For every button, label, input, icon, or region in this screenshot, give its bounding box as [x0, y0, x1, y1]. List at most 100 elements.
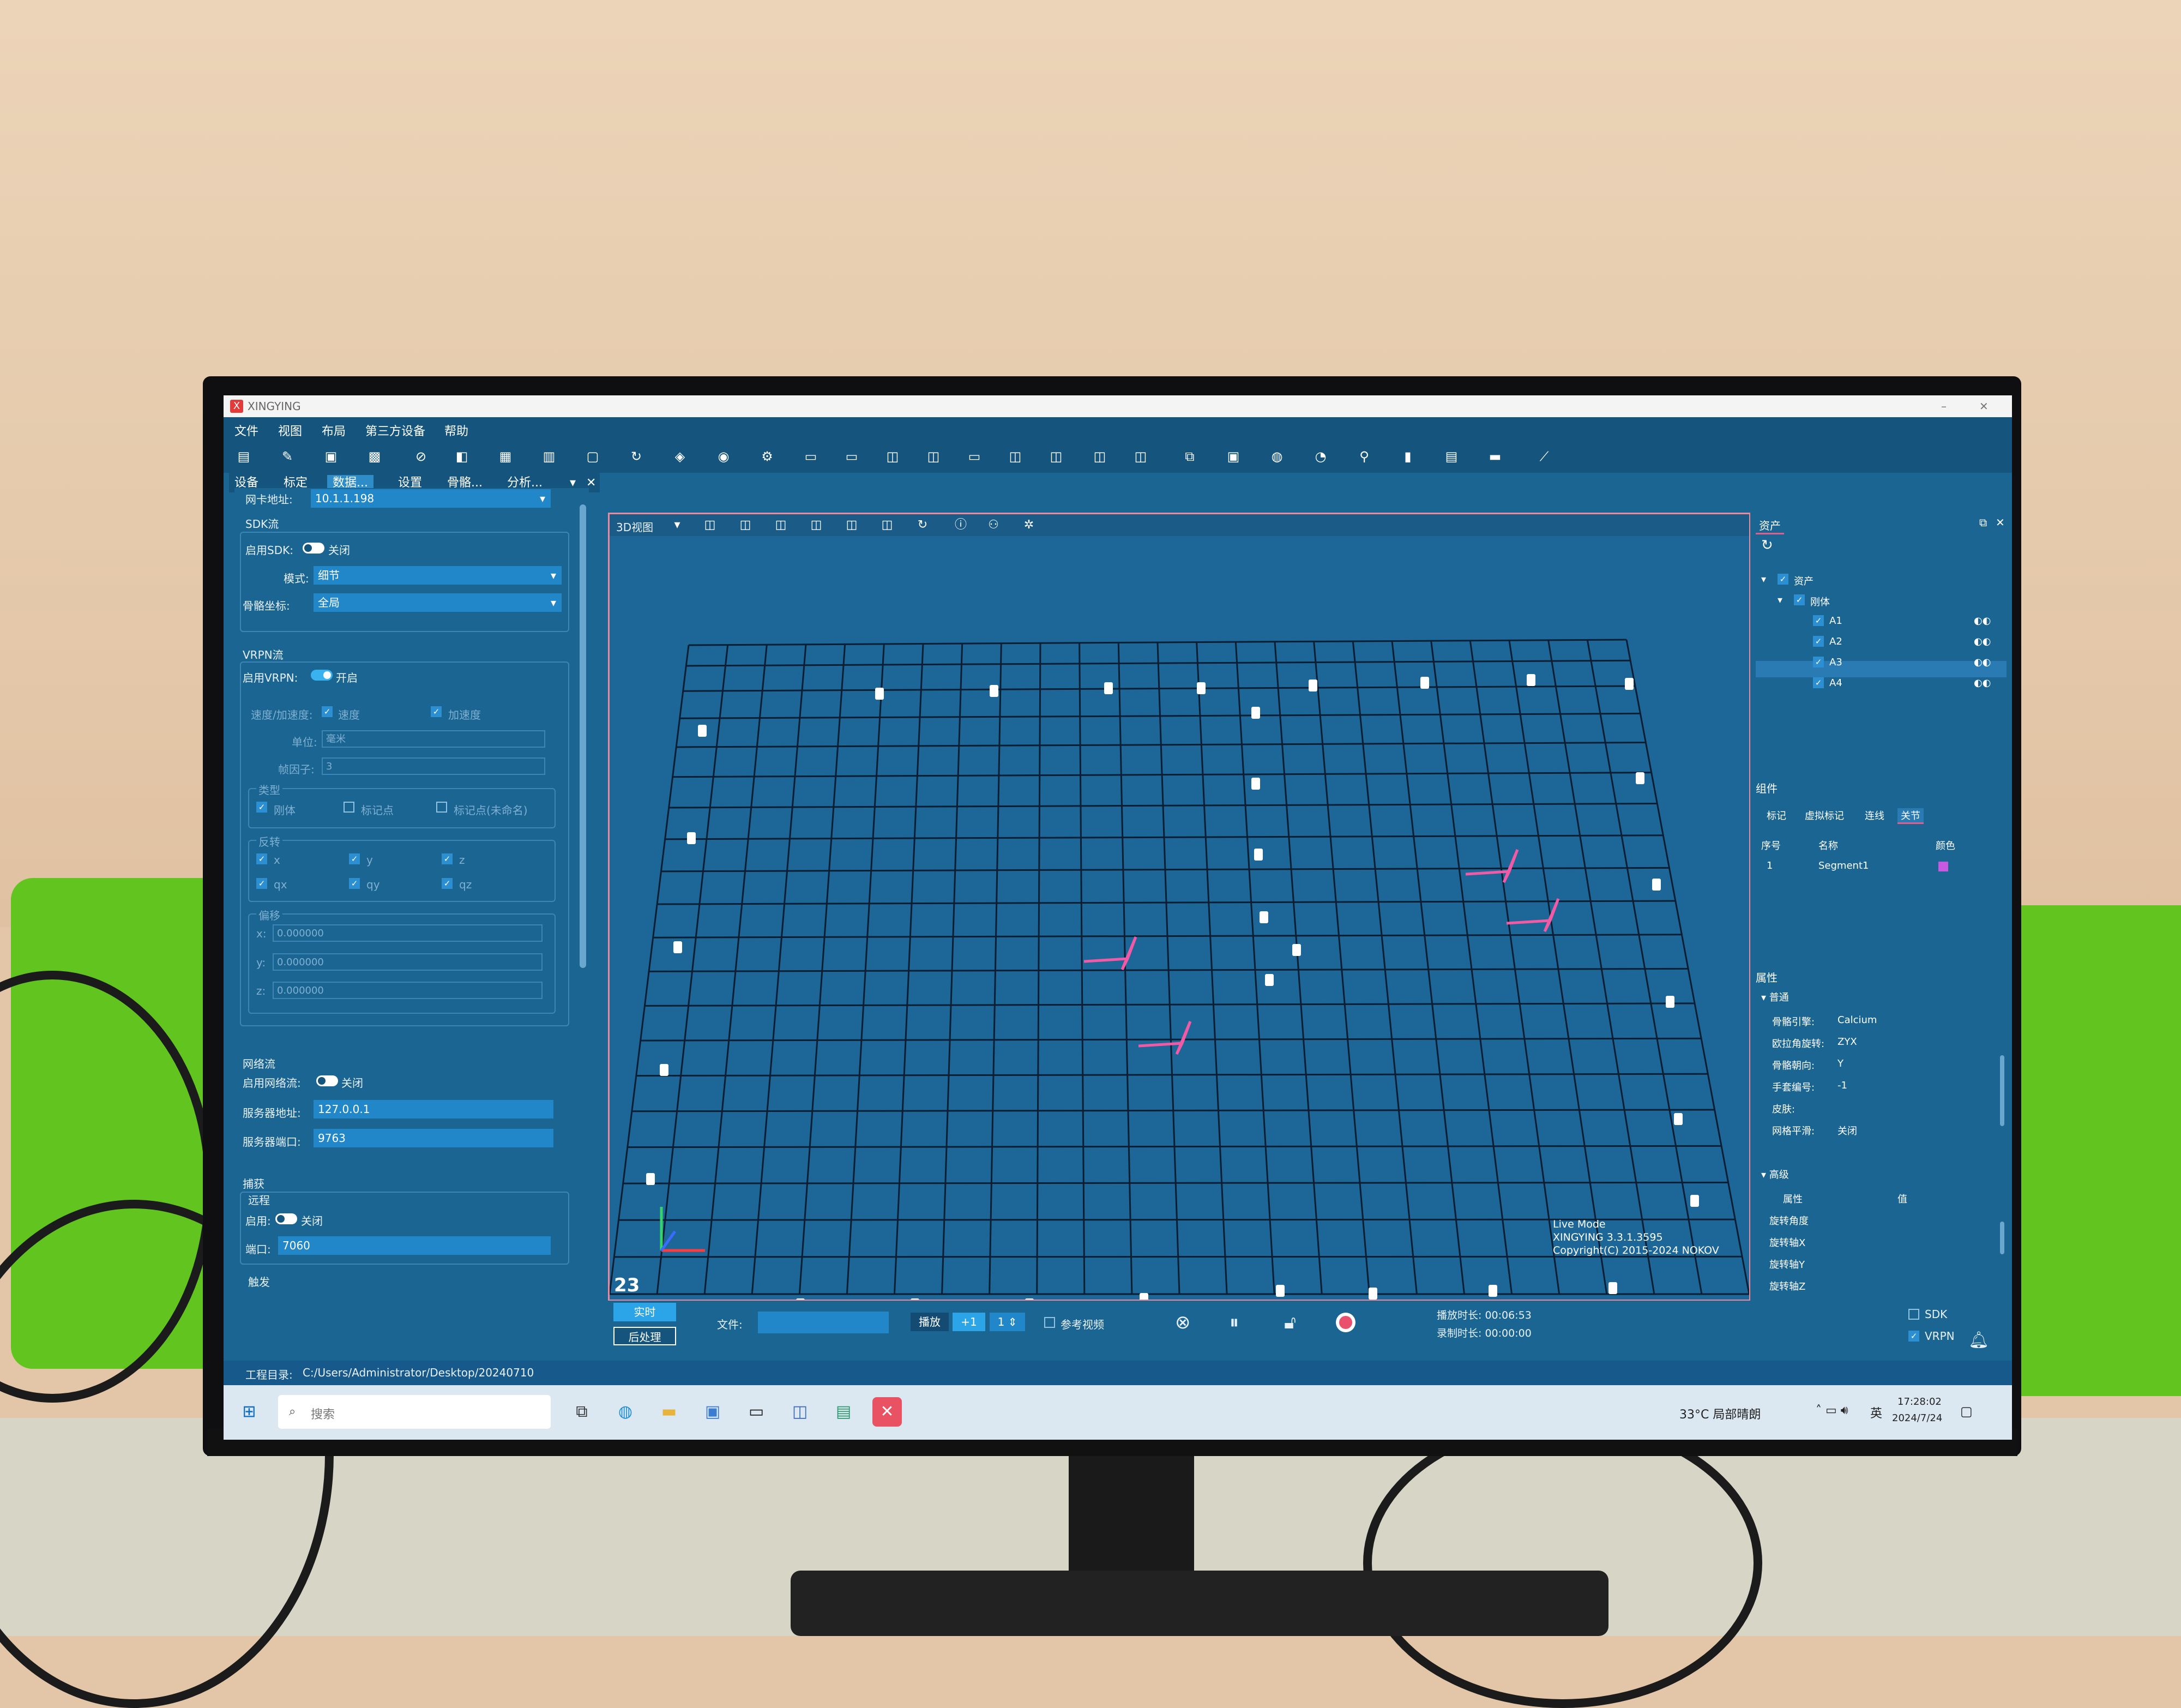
comp-tab-joints[interactable]: 关节: [1897, 808, 1924, 824]
property-row[interactable]: 手套编号: -1: [1772, 1080, 1990, 1096]
3d-viewport[interactable]: 3D视图 ▾ ◫ ◫ ◫ ◫ ◫ ◫ ↻ ⓘ ⚇ ✲ 23 Live Mode …: [608, 513, 1751, 1301]
type-marker-checkbox[interactable]: [344, 802, 354, 813]
vrpn-checkbox[interactable]: ✓: [1908, 1331, 1919, 1342]
layout-4-icon[interactable]: ◫: [924, 448, 943, 465]
accel-checkbox[interactable]: ✓: [431, 706, 442, 717]
input-language[interactable]: 英: [1870, 1404, 1882, 1421]
server-port-input[interactable]: 9763: [314, 1129, 553, 1147]
menu-third-party[interactable]: 第三方设备: [365, 422, 425, 439]
general-section-toggle[interactable]: ▾ 普通: [1761, 990, 1789, 1004]
menu-view[interactable]: 视图: [278, 422, 302, 439]
type-unnamed-checkbox[interactable]: [436, 802, 447, 813]
info-icon[interactable]: ⓘ: [953, 518, 968, 533]
layout-7-icon[interactable]: ◫: [1047, 448, 1065, 465]
start-windows-icon[interactable]: ⊞: [234, 1397, 264, 1427]
edit-icon[interactable]: ✎: [278, 448, 297, 465]
comp-tab-links[interactable]: 连线: [1865, 808, 1884, 822]
loop-icon[interactable]: ⊗: [1175, 1312, 1191, 1333]
marker-view-icon[interactable]: ✲: [1021, 518, 1037, 533]
playback-button[interactable]: 播放: [911, 1313, 949, 1331]
capture-port-input[interactable]: 7060: [278, 1236, 551, 1255]
open-folder-icon[interactable]: ▤: [234, 448, 253, 465]
3d-icon[interactable]: ◍: [1268, 448, 1286, 465]
flip-z-checkbox[interactable]: ✓: [442, 853, 453, 864]
sdk-toggle[interactable]: [303, 543, 324, 554]
layout-2-icon[interactable]: ▭: [842, 448, 861, 465]
pause-icon[interactable]: ⏸: [1230, 1312, 1239, 1333]
save-icon[interactable]: ▣: [322, 448, 340, 465]
asset-a3-label[interactable]: A3: [1829, 657, 1842, 668]
store-icon[interactable]: ▣: [698, 1397, 727, 1427]
edge-browser-icon[interactable]: ◍: [611, 1397, 640, 1427]
property-row[interactable]: 欧拉角旋转: ZYX: [1772, 1036, 1990, 1053]
tray-icons[interactable]: ˄ ▭ 🔊︎: [1816, 1404, 1848, 1417]
refresh-assets-icon[interactable]: ↻: [1761, 537, 1773, 554]
sdk-mode-select[interactable]: 细节 ▾: [314, 566, 562, 585]
layers-icon[interactable]: ◈: [671, 448, 689, 465]
video-icon[interactable]: ▢: [583, 448, 602, 465]
view-dropdown-icon[interactable]: ▾: [670, 518, 685, 533]
menu-file[interactable]: 文件: [234, 422, 258, 439]
asset-a2-label[interactable]: A2: [1829, 636, 1842, 647]
grid-icon[interactable]: ▥: [540, 448, 558, 465]
advanced-scrollbar[interactable]: [2000, 1222, 2004, 1254]
property-row[interactable]: 网格平滑: 关闭: [1772, 1123, 1990, 1140]
offset-z-input[interactable]: 0.000000: [273, 982, 543, 999]
flip-qz-checkbox[interactable]: ✓: [442, 878, 453, 889]
network-toggle[interactable]: [316, 1075, 338, 1086]
rigid-body-marker[interactable]: [1465, 849, 1519, 883]
step-spinner[interactable]: 1 ⇕: [990, 1313, 1025, 1331]
device-icon[interactable]: ◧: [453, 448, 471, 465]
notification-bell-icon[interactable]: 🔔︎: [1968, 1331, 1989, 1350]
advanced-row[interactable]: 旋转轴Z: [1769, 1279, 1805, 1293]
nic-address-select[interactable]: 10.1.1.198 ▾: [311, 489, 551, 508]
layout-8-icon[interactable]: ◫: [1090, 448, 1109, 465]
action-center-icon[interactable]: ▢: [1960, 1404, 1973, 1419]
comp-tab-markers[interactable]: 标记: [1767, 808, 1786, 822]
link-off-icon[interactable]: ⊘: [412, 448, 430, 465]
rigid-body-marker[interactable]: [1506, 898, 1560, 933]
advanced-section-toggle[interactable]: ▾ 高级: [1761, 1167, 1789, 1181]
assets-root-checkbox[interactable]: ✓: [1778, 574, 1788, 585]
rigid-group-checkbox[interactable]: ✓: [1794, 594, 1805, 605]
float-panel-icon[interactable]: ⧉: [1979, 516, 1987, 529]
server-addr-input[interactable]: 127.0.0.1: [314, 1100, 553, 1118]
clock-time[interactable]: 17:28:02: [1897, 1396, 1942, 1408]
asset-a4-label[interactable]: A4: [1829, 677, 1842, 689]
app-window-icon[interactable]: ▤: [829, 1397, 858, 1427]
axis-icon[interactable]: ⟋: [1535, 448, 1553, 465]
save-as-icon[interactable]: ▩: [365, 448, 384, 465]
camera-icon[interactable]: ▦: [496, 448, 515, 465]
property-row[interactable]: 骨骼引擎: Calcium: [1772, 1014, 1990, 1031]
skeleton-icon[interactable]: ⚲: [1355, 448, 1373, 465]
task-view-icon[interactable]: ⧉: [567, 1397, 597, 1427]
layout-9-icon[interactable]: ◫: [1131, 448, 1150, 465]
layout-5-icon[interactable]: ▭: [965, 448, 984, 465]
gauge-icon[interactable]: ◔: [1311, 448, 1330, 465]
advanced-row[interactable]: 旋转轴X: [1769, 1235, 1805, 1249]
rigid-body-marker[interactable]: [1138, 1021, 1192, 1055]
asset-a2-checkbox[interactable]: ✓: [1813, 636, 1824, 647]
refresh-icon[interactable]: ↻: [627, 448, 646, 465]
view-cube-5-icon[interactable]: ◫: [844, 518, 859, 533]
asset-a4-checkbox[interactable]: ✓: [1813, 677, 1824, 688]
type-rigid-checkbox[interactable]: ✓: [256, 802, 267, 813]
menu-help[interactable]: 帮助: [444, 422, 468, 439]
comp-tab-virtual-markers[interactable]: 虚拟标记: [1805, 808, 1844, 822]
view-cube-2-icon[interactable]: ◫: [738, 518, 753, 533]
view-cube-6-icon[interactable]: ◫: [879, 518, 895, 533]
minimize-button[interactable]: –: [1941, 400, 1947, 413]
rigid-body-marker[interactable]: [1083, 936, 1137, 971]
property-row[interactable]: 皮肤:: [1772, 1102, 1990, 1118]
layout-1-icon[interactable]: ▭: [802, 448, 820, 465]
chart-icon[interactable]: ▮: [1399, 448, 1417, 465]
close-panel-icon[interactable]: ✕: [1996, 516, 2005, 529]
advanced-row[interactable]: 旋转轴Y: [1769, 1257, 1805, 1271]
export-icon[interactable]: ⧉: [1180, 448, 1199, 465]
speed-button[interactable]: +1: [953, 1313, 985, 1331]
clock-date[interactable]: 2024/7/24: [1892, 1412, 1942, 1424]
taskbar-search-box[interactable]: ⌕ 搜索: [278, 1395, 551, 1429]
joint-row-name[interactable]: Segment1: [1818, 860, 1869, 871]
assets-tab[interactable]: 资产: [1756, 517, 1784, 534]
reset-view-icon[interactable]: ↻: [915, 518, 930, 533]
